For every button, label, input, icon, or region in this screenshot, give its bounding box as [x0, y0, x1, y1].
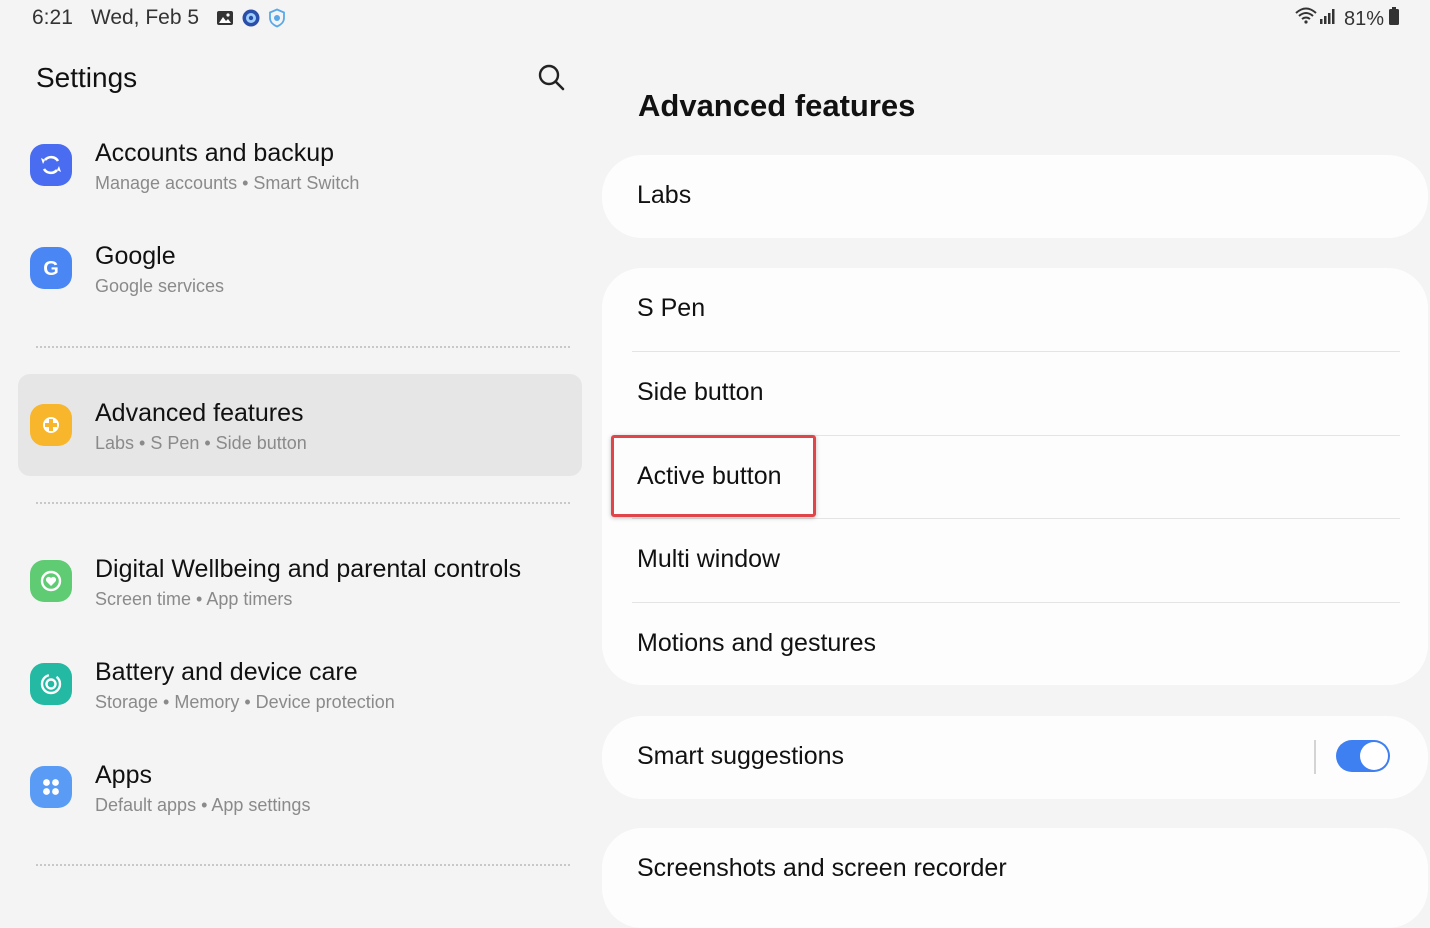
settings-card-smart-suggestions: Smart suggestions [602, 716, 1428, 799]
sidebar-item-subtitle: Labs • S Pen • Side button [95, 433, 307, 453]
signal-icon [1318, 6, 1338, 32]
row-smart-suggestions[interactable]: Smart suggestions [602, 716, 1428, 799]
sidebar-item-subtitle: Manage accounts • Smart Switch [95, 173, 360, 193]
sidebar-title: Settings [36, 62, 138, 93]
sidebar-item-title: Digital Wellbeing and parental controls [95, 555, 522, 583]
search-icon [538, 64, 565, 91]
sidebar-item-title: Battery and device care [95, 658, 358, 686]
sidebar-item-apps[interactable]: Apps Default apps • App settings [18, 736, 582, 838]
sidebar-item-subtitle: Storage • Memory • Device protection [95, 692, 395, 712]
apps-icon [30, 766, 72, 808]
sidebar-item-google[interactable]: G Google Google services [18, 217, 582, 319]
battery-icon [1388, 6, 1400, 32]
settings-card-labs: Labs [602, 155, 1428, 238]
wellbeing-icon [30, 560, 72, 602]
section-divider [36, 864, 570, 866]
row-label: Side button [637, 378, 764, 406]
sync-icon [30, 144, 72, 186]
row-multi-window[interactable]: Multi window [602, 519, 1428, 602]
row-side-button[interactable]: Side button [602, 352, 1428, 435]
advanced-features-icon [30, 404, 72, 446]
sidebar-item-subtitle: Google services [95, 276, 225, 296]
status-right: 81% [1294, 6, 1400, 32]
sidebar-item-advanced-features[interactable]: Advanced features Labs • S Pen • Side bu… [18, 374, 582, 476]
row-label: Motions and gestures [637, 629, 877, 657]
row-label: Screenshots and screen recorder [637, 854, 1007, 882]
row-label: Labs [637, 181, 692, 209]
sidebar-item-subtitle: Screen time • App timers [95, 589, 293, 609]
status-left: 6:21 Wed, Feb 5 [32, 6, 293, 30]
sidebar-item-title: Accounts and backup [95, 139, 335, 167]
row-label: Multi window [637, 545, 781, 573]
sidebar-item-title: Apps [95, 761, 152, 789]
row-label: S Pen [637, 294, 706, 322]
google-icon: G [30, 247, 72, 289]
row-label: Smart suggestions [637, 742, 845, 770]
media-icon [241, 8, 261, 28]
row-labs[interactable]: Labs [602, 155, 1428, 238]
section-divider [36, 346, 570, 348]
sidebar-item-accounts-and-backup[interactable]: Accounts and backup Manage accounts • Sm… [18, 114, 582, 216]
sidebar-item-title: Google [95, 242, 176, 270]
settings-sidebar: Settings Accounts and backup Manage acco… [0, 38, 600, 894]
sidebar-item-battery-and-device-care[interactable]: Battery and device care Storage • Memory… [18, 633, 582, 735]
toggle-knob [1360, 742, 1388, 770]
section-divider [36, 502, 570, 504]
shield-icon [267, 8, 287, 28]
row-motions-and-gestures[interactable]: Motions and gestures [602, 603, 1428, 686]
device-care-icon [30, 663, 72, 705]
status-bar: 6:21 Wed, Feb 5 81% [0, 0, 1430, 38]
highlight-box [611, 435, 816, 517]
settings-card-screenshots: Screenshots and screen recorder [602, 828, 1428, 928]
status-date: Wed, Feb 5 [90, 6, 200, 29]
sidebar-item-digital-wellbeing[interactable]: Digital Wellbeing and parental controls … [18, 530, 582, 632]
battery-percent: 81% [1343, 7, 1384, 30]
row-s-pen[interactable]: S Pen [602, 268, 1428, 351]
status-time: 6:21 [32, 6, 73, 29]
search-button[interactable] [536, 62, 568, 94]
smart-suggestions-toggle[interactable] [1336, 740, 1390, 772]
row-screenshots-and-screen-recorder[interactable]: Screenshots and screen recorder [602, 828, 1428, 911]
gallery-icon [215, 8, 235, 28]
wifi-icon [1294, 6, 1318, 32]
sidebar-item-subtitle: Default apps • App settings [95, 795, 311, 815]
page-title: Advanced features [638, 88, 916, 123]
sidebar-item-title: Advanced features [95, 399, 304, 427]
svg-text:G: G [43, 258, 59, 280]
toggle-divider [1314, 740, 1316, 774]
